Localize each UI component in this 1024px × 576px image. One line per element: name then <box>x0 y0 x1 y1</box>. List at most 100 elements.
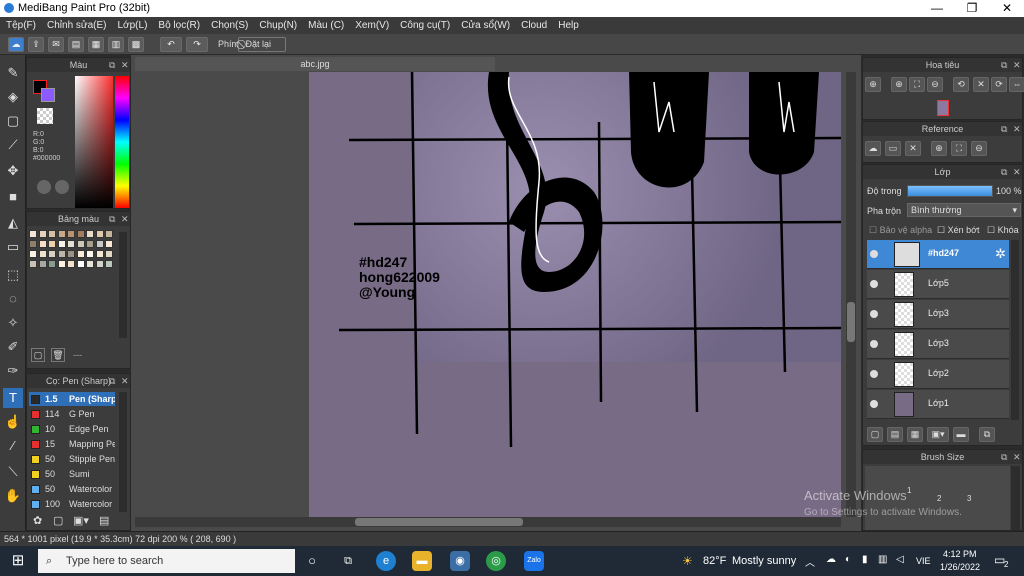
rect-tool-icon[interactable]: ▢ <box>3 111 23 131</box>
eye-icon[interactable] <box>870 280 878 288</box>
menu-file[interactable]: Tệp(F) <box>6 20 36 31</box>
remove-icon[interactable]: ✕ <box>905 141 921 156</box>
eraser-tool-icon[interactable]: ◈ <box>3 87 23 107</box>
alpha-protect-checkbox[interactable]: ☐ Bảo vệ alpha <box>869 225 932 236</box>
palette-swatch[interactable] <box>86 260 94 268</box>
palette-swatch[interactable] <box>105 240 113 248</box>
weather-temperature[interactable]: 82°F <box>703 555 726 567</box>
windows-start-icon[interactable]: ⊞ <box>8 551 28 571</box>
add-brush-icon[interactable]: ✿ <box>33 514 42 527</box>
menu-capture[interactable]: Chụp(N) <box>259 20 297 31</box>
menu-help[interactable]: Help <box>558 20 579 31</box>
hand-tool-icon[interactable]: ✋ <box>3 486 23 506</box>
lasso-tool-icon[interactable]: ◌ <box>3 289 23 309</box>
chrome-icon[interactable]: ◎ <box>486 551 506 571</box>
open-folder-icon[interactable]: ▭ <box>885 141 901 156</box>
brush-item[interactable]: 100 Watercolor <box>29 497 115 511</box>
menu-view[interactable]: Xem(V) <box>355 20 389 31</box>
document-icon[interactable]: ▦ <box>88 37 104 52</box>
palette-swatch[interactable] <box>48 240 56 248</box>
brush-size-option[interactable]: 1 <box>907 486 911 495</box>
line-tool-icon[interactable]: ⟋ <box>3 135 23 155</box>
brush-item[interactable]: 50 Sumi <box>29 467 115 481</box>
volume-icon[interactable]: ◁ <box>896 554 904 565</box>
palette-swatch[interactable] <box>29 230 37 238</box>
edge-browser-icon[interactable]: e <box>376 551 396 571</box>
palette-swatch[interactable] <box>57 240 66 248</box>
select-eraser-icon[interactable]: ✑ <box>3 361 23 381</box>
palette-swatch[interactable] <box>95 240 104 248</box>
taskbar-search[interactable]: ⌕ Type here to search <box>38 549 295 573</box>
layer-item[interactable]: Lớp5 <box>867 270 1009 299</box>
redo-icon[interactable]: ↷ <box>186 37 208 52</box>
menu-filter[interactable]: Bộ lọc(R) <box>158 20 200 31</box>
menu-color[interactable]: Màu (C) <box>308 20 344 31</box>
palette-swatch[interactable] <box>105 260 113 268</box>
gradient-tool-icon[interactable]: ▭ <box>3 237 23 257</box>
brush-item[interactable]: 114 G Pen <box>29 407 115 421</box>
language-indicator[interactable]: VIE <box>916 556 931 566</box>
palette-swatch[interactable] <box>86 230 94 238</box>
layer-menu-icon[interactable]: ▣▾ <box>927 427 949 442</box>
divide-tool-icon[interactable]: ⟍ <box>3 462 23 482</box>
lock-checkbox[interactable]: ☐ Khóa <box>987 225 1019 236</box>
gear-icon[interactable]: ✲ <box>995 246 1006 262</box>
layer-item[interactable]: Lớp3 <box>867 300 1009 329</box>
palette-swatch[interactable] <box>95 230 104 238</box>
close-icon[interactable]: ✕ <box>1013 58 1021 72</box>
menu-cloud[interactable]: Cloud <box>521 20 547 31</box>
palette-swatch[interactable] <box>38 260 47 268</box>
palette-swatch[interactable] <box>67 250 75 258</box>
delete-palette-icon[interactable]: 🗑 <box>51 348 65 362</box>
grid-icon[interactable]: ▥ <box>108 37 124 52</box>
text-tool-icon[interactable]: T <box>3 388 23 408</box>
palette-swatch[interactable] <box>76 240 85 248</box>
palette-swatch[interactable] <box>86 240 94 248</box>
eye-icon[interactable] <box>870 310 878 318</box>
blend-mode-select[interactable]: Bình thường ▾ <box>907 203 1021 217</box>
palette-swatch[interactable] <box>67 260 75 268</box>
detach-icon[interactable]: ⧉ <box>109 58 115 72</box>
brush-tool-icon[interactable]: ✎ <box>3 63 23 83</box>
comment-icon[interactable]: ✉ <box>48 37 64 52</box>
medibang-taskbar-icon[interactable]: ◉ <box>450 551 470 571</box>
palette-swatch[interactable] <box>105 250 113 258</box>
brush-item[interactable]: 50 Stipple Pen <box>29 452 115 466</box>
close-button[interactable]: ✕ <box>990 0 1024 17</box>
layer-item[interactable]: Lớp2 <box>867 360 1009 389</box>
layer-scrollbar[interactable] <box>1011 240 1019 420</box>
task-view-icon[interactable]: ⧉ <box>338 551 358 571</box>
share-icon[interactable]: ⇪ <box>28 37 44 52</box>
close-icon[interactable]: ✕ <box>1013 450 1021 464</box>
palette-swatch[interactable] <box>57 260 66 268</box>
zoom-out-icon[interactable]: ⊖ <box>927 77 943 92</box>
menu-layer[interactable]: Lớp(L) <box>118 20 148 31</box>
palette-swatch[interactable] <box>57 230 66 238</box>
detach-icon[interactable]: ⧉ <box>1001 165 1007 179</box>
bucket-tool-icon[interactable]: ◭ <box>3 213 23 233</box>
fit-icon[interactable]: ⛶ <box>951 141 967 156</box>
operation-tool-icon[interactable]: ☝ <box>3 412 23 432</box>
saturation-value-picker[interactable] <box>75 76 113 208</box>
layer-item[interactable]: Lớp1 <box>867 390 1009 419</box>
brush-item[interactable]: 1.5 Pen (Sharp) <box>29 392 115 406</box>
layer-item[interactable]: #hd247 ✲ <box>867 240 1009 269</box>
palette-swatch[interactable] <box>29 240 37 248</box>
canvas-vertical-scrollbar[interactable] <box>846 72 856 517</box>
palette-swatch[interactable] <box>67 230 75 238</box>
fill-rect-tool-icon[interactable]: ■ <box>3 187 23 207</box>
detach-icon[interactable]: ⧉ <box>1001 450 1007 464</box>
close-icon[interactable]: ✕ <box>121 212 129 226</box>
minimize-button[interactable]: — <box>920 0 954 17</box>
palette-swatch[interactable] <box>76 230 85 238</box>
eye-icon[interactable] <box>870 400 878 408</box>
clock-date[interactable]: 1/26/2022 <box>940 562 980 572</box>
reference-cloud-icon[interactable]: ☁ <box>865 141 881 156</box>
palette-swatch[interactable] <box>76 260 85 268</box>
background-color-swatch[interactable] <box>41 88 55 102</box>
detach-icon[interactable]: ⧉ <box>1001 58 1007 72</box>
tile-icon[interactable]: ▩ <box>128 37 144 52</box>
eye-icon[interactable] <box>870 370 878 378</box>
weather-description[interactable]: Mostly sunny <box>732 555 796 567</box>
palette-scrollbar[interactable] <box>119 232 127 338</box>
